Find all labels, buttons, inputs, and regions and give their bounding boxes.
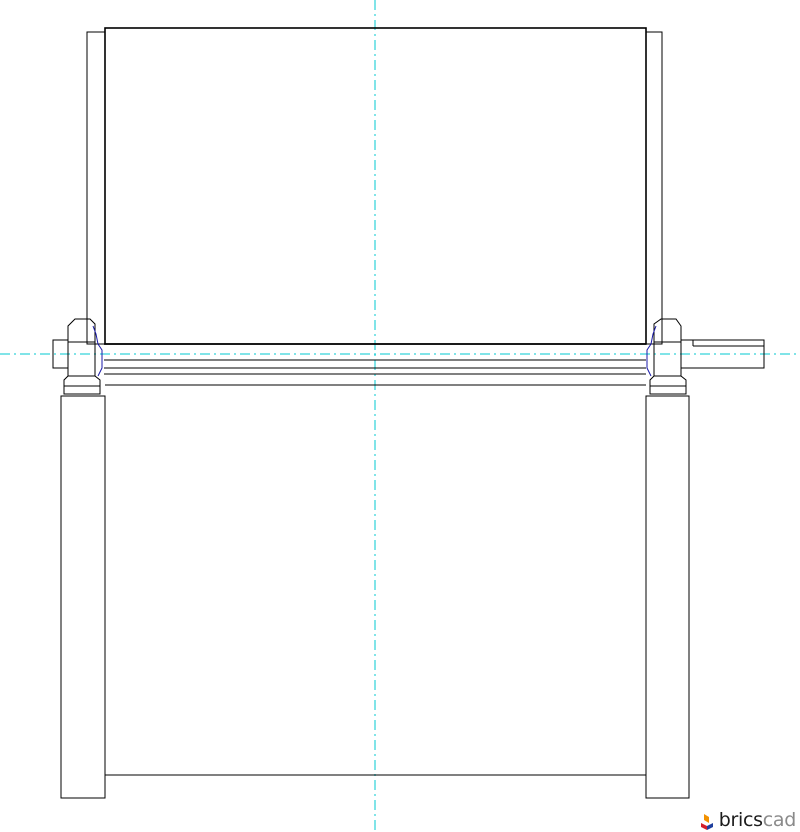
left-leg bbox=[60, 395, 106, 799]
bricscad-logo-icon bbox=[700, 814, 713, 830]
upper-left-side-strip bbox=[86, 31, 106, 345]
left-hidden-detail bbox=[92, 325, 103, 377]
right-hidden-detail bbox=[646, 325, 657, 377]
bricscad-watermark: bricscad bbox=[699, 810, 796, 830]
left-bearing-block bbox=[52, 318, 103, 395]
centerlines bbox=[0, 0, 800, 832]
right-bearing-block bbox=[646, 318, 765, 395]
brand-text-primary: brics bbox=[718, 808, 763, 831]
brand-text-secondary: cad bbox=[762, 808, 797, 831]
upper-right-side-strip bbox=[645, 31, 663, 345]
cad-drawing bbox=[0, 0, 800, 832]
right-leg bbox=[645, 395, 690, 799]
